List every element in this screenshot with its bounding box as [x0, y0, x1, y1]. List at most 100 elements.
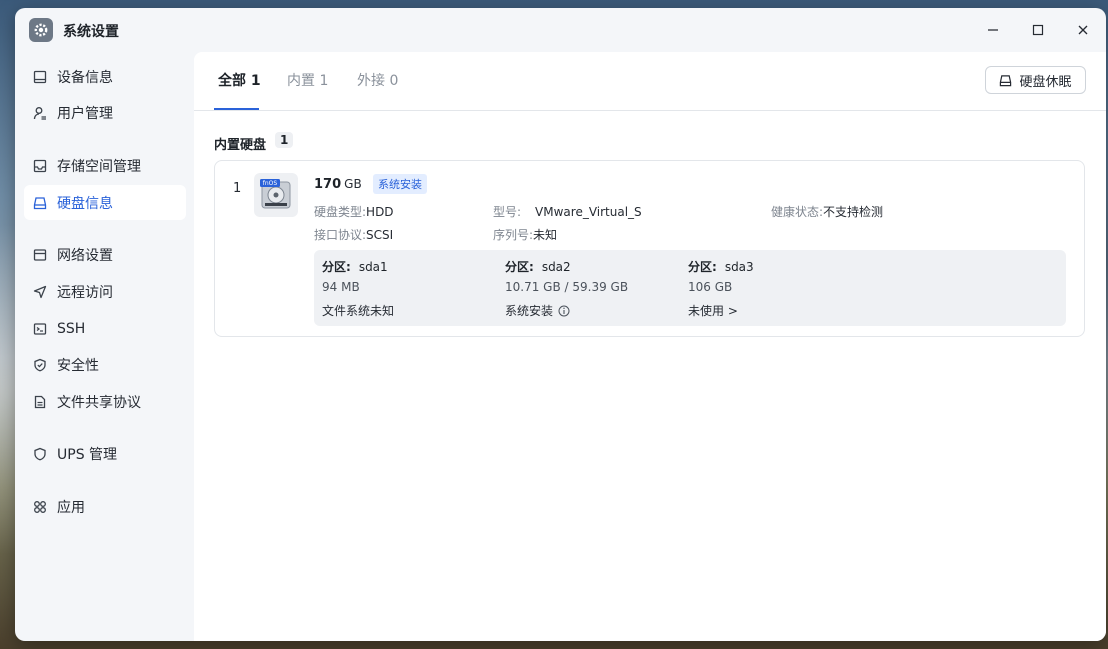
sidebar-item-storage[interactable]: 存储空间管理	[24, 148, 186, 183]
disk-sleep-label: 硬盘休眠	[1019, 74, 1072, 90]
window-title: 系统设置	[63, 24, 119, 40]
disk-index: 1	[233, 181, 242, 196]
disk-interface-value: SCSI	[366, 228, 394, 242]
disk-health-key: 健康状态:	[771, 205, 824, 219]
maximize-icon	[1032, 24, 1044, 36]
partition-key: 分区:	[505, 260, 534, 274]
disk-icon	[1000, 74, 1012, 86]
partition-key: 分区:	[322, 260, 351, 274]
disk-capacity-value: 170	[314, 177, 342, 192]
disk-interface-key: 接口协议:	[314, 228, 367, 242]
partition-item: 分区: sda3 106 GB 未使用 >	[688, 250, 868, 326]
partition-key: 分区:	[688, 260, 717, 274]
sidebar-item-label: 远程访问	[57, 284, 113, 301]
sidebar-item-file-sharing[interactable]: 文件共享协议	[24, 384, 186, 419]
partition-name-value: sda1	[358, 260, 388, 274]
user-icon	[32, 105, 48, 121]
minimize-icon	[988, 29, 998, 31]
disk-model-value: VMware_Virtual_S	[535, 205, 642, 219]
partition-state-text: 文件系统未知	[322, 304, 395, 318]
apps-icon	[32, 499, 48, 515]
sidebar-item-network[interactable]: 网络设置	[24, 237, 186, 272]
partition-state-text: 系统安装	[505, 304, 554, 318]
sidebar-item-ups[interactable]: UPS 管理	[24, 436, 186, 471]
disk-capacity: 170 GB	[314, 177, 362, 192]
tab-external[interactable]: 外接 0	[357, 70, 398, 110]
section-title: 内置硬盘	[214, 138, 267, 153]
main-panel: 全部 1 内置 1 外接 0 硬盘休眠 内置硬盘 1 1 fnOS 170 GB…	[194, 52, 1106, 641]
maximize-button[interactable]	[1028, 20, 1048, 40]
partition-size: 10.71 GB / 59.39 GB	[505, 280, 629, 294]
disk-model: 型号: VMware_Virtual_S	[493, 203, 642, 220]
partition-state: 文件系统未知	[322, 302, 394, 319]
storage-icon	[32, 158, 48, 174]
disk-health-value: 不支持检测	[823, 205, 884, 219]
remote-icon	[32, 284, 48, 300]
partition-item: 分区: sda2 10.71 GB / 59.39 GB 系统安装	[505, 250, 685, 326]
ups-icon	[32, 446, 48, 462]
disk-interface: 接口协议:SCSI	[314, 226, 393, 243]
sidebar-item-label: 用户管理	[57, 105, 113, 122]
disk-health: 健康状态:不支持检测	[771, 203, 883, 220]
close-icon	[1078, 25, 1088, 35]
disk-type-value: HDD	[366, 205, 394, 219]
system-install-badge: 系统安装	[373, 174, 427, 194]
disk-capacity-unit: GB	[344, 177, 362, 191]
info-icon[interactable]	[558, 305, 570, 317]
sidebar-item-label: UPS 管理	[57, 446, 118, 463]
partition-name-value: sda3	[724, 260, 754, 274]
section-count-badge: 1	[275, 132, 294, 148]
sidebar-item-ssh[interactable]: SSH	[24, 311, 186, 346]
active-tab-indicator	[214, 108, 259, 110]
tab-bar: 全部 1 内置 1 外接 0 硬盘休眠	[194, 52, 1106, 111]
partition-name: 分区: sda1	[322, 258, 388, 275]
disk-model-key: 型号:	[493, 205, 522, 219]
minimize-button[interactable]	[983, 20, 1003, 40]
sidebar-item-apps[interactable]: 应用	[24, 489, 186, 524]
partition-name-value: sda2	[541, 260, 571, 274]
disk-type-key: 硬盘类型:	[314, 205, 367, 219]
disk-type: 硬盘类型:HDD	[314, 203, 394, 220]
sidebar-item-device-info[interactable]: 设备信息	[24, 59, 186, 94]
network-icon	[32, 247, 48, 263]
gear-icon	[29, 18, 53, 42]
sidebar-item-security[interactable]: 安全性	[24, 347, 186, 382]
unused-partition-link[interactable]: 未使用 >	[688, 302, 738, 319]
disk-sleep-button[interactable]: 硬盘休眠	[985, 66, 1086, 94]
sidebar-item-label: 设备信息	[57, 69, 113, 86]
settings-window: 系统设置 设备信息 用户管理 存储空间管理 硬盘信息 网络设置 远程访问 SSH…	[15, 8, 1106, 641]
partition-state: 系统安装	[505, 302, 570, 319]
partition-list: 分区: sda1 94 MB 文件系统未知 分区: sda2 10.71 GB / …	[314, 250, 1066, 326]
sidebar-item-label: 硬盘信息	[57, 195, 113, 212]
sidebar-item-label: 网络设置	[57, 247, 113, 264]
partition-size: 106 GB	[688, 280, 733, 294]
sidebar-item-label: 存储空间管理	[57, 158, 141, 175]
sidebar-item-remote-access[interactable]: 远程访问	[24, 274, 186, 309]
hard-drive-icon: fnOS	[254, 173, 298, 217]
shield-icon	[32, 357, 48, 373]
tab-internal[interactable]: 内置 1	[287, 70, 328, 110]
os-logo-text: fnOS	[263, 180, 278, 187]
sidebar: 设备信息 用户管理 存储空间管理 硬盘信息 网络设置 远程访问 SSH 安全性 …	[15, 52, 194, 641]
sidebar-item-label: SSH	[57, 320, 86, 337]
disk-serial: 序列号:未知	[493, 226, 557, 243]
disk-icon	[32, 195, 48, 211]
partition-state: 未使用 >	[688, 302, 738, 319]
partition-name: 分区: sda3	[688, 258, 754, 275]
tab-all[interactable]: 全部 1	[218, 70, 261, 110]
disk-serial-value: 未知	[533, 228, 558, 242]
partition-size: 94 MB	[322, 280, 360, 294]
partition-name: 分区: sda2	[505, 258, 571, 275]
sidebar-item-label: 文件共享协议	[57, 394, 141, 411]
disk-card[interactable]: 1 fnOS 170 GB 系统安装 硬盘类型:HDD 型号: VMware_V…	[214, 160, 1085, 337]
close-button[interactable]	[1073, 20, 1093, 40]
sidebar-item-disk-info[interactable]: 硬盘信息	[24, 185, 186, 220]
file-icon	[32, 394, 48, 410]
title-bar[interactable]: 系统设置	[15, 8, 1106, 52]
sidebar-item-label: 安全性	[57, 357, 99, 374]
disk-serial-key: 序列号:	[493, 228, 534, 242]
partition-item: 分区: sda1 94 MB 文件系统未知	[322, 250, 502, 326]
sidebar-item-label: 应用	[57, 499, 85, 516]
terminal-icon	[32, 321, 48, 337]
sidebar-item-users[interactable]: 用户管理	[24, 95, 186, 130]
